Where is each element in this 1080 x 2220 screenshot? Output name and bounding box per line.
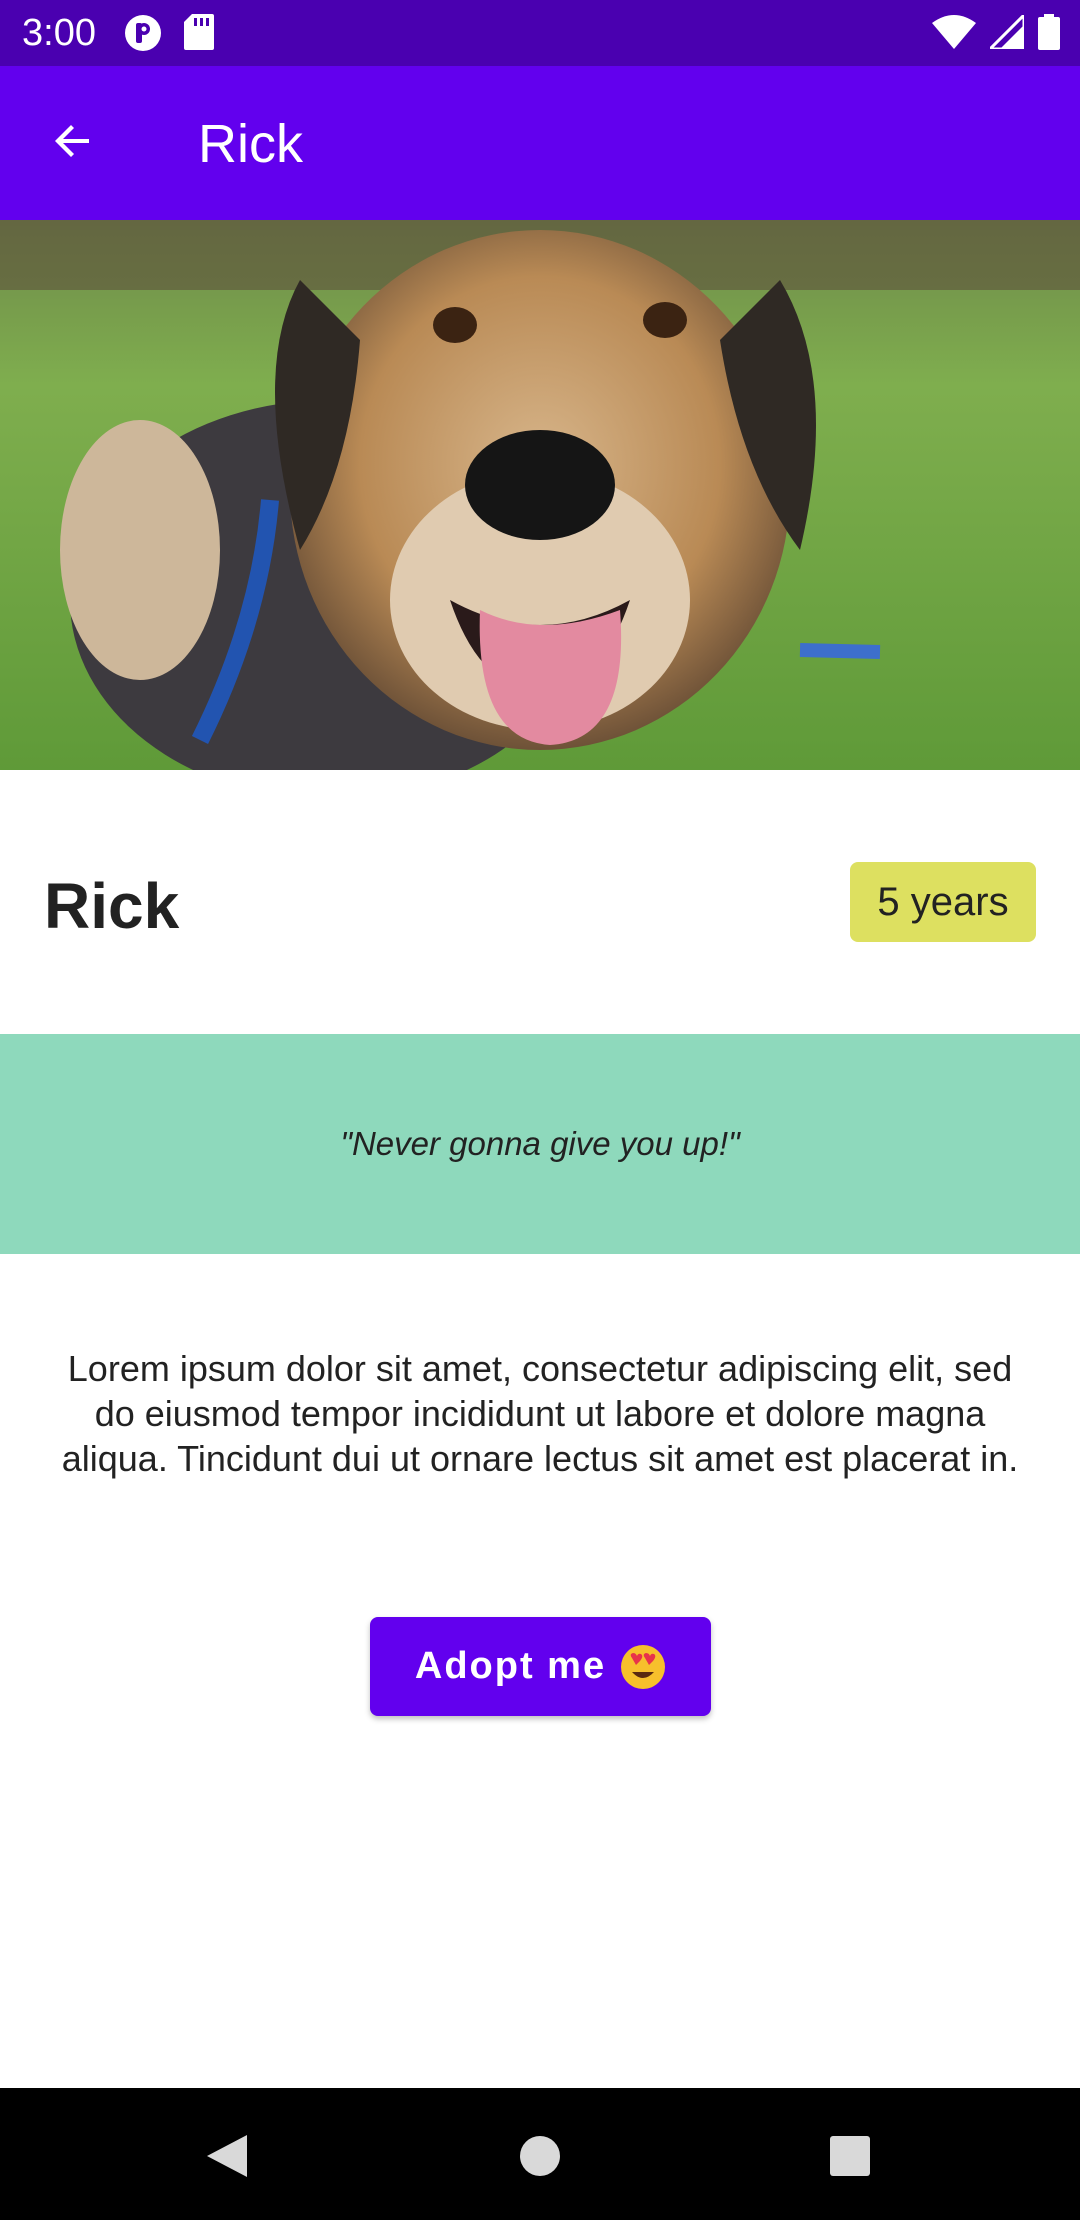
sd-card-icon	[184, 14, 214, 57]
adopt-button[interactable]: Adopt me	[370, 1617, 711, 1716]
age-badge: 5 years	[850, 862, 1036, 942]
nav-recents-button[interactable]	[820, 2128, 880, 2188]
pet-quote: "Never gonna give you up!"	[340, 1125, 740, 1162]
pet-description: Lorem ipsum dolor sit amet, consectetur …	[61, 1348, 1019, 1479]
signal-icon	[986, 11, 1026, 54]
adopt-button-label: Adopt me	[414, 1645, 607, 1687]
nav-home-button[interactable]	[510, 2128, 570, 2188]
status-time: 3:00	[22, 12, 96, 54]
nav-back-icon	[201, 2131, 251, 2186]
app-bar: Rick	[0, 66, 1080, 220]
system-nav-bar	[0, 2088, 1080, 2220]
back-button[interactable]	[40, 110, 106, 176]
quote-banner: "Never gonna give you up!"	[0, 1034, 1080, 1254]
battery-icon	[1038, 14, 1060, 55]
app-bar-title: Rick	[198, 114, 303, 174]
status-left-icons	[124, 14, 214, 57]
heart-eyes-emoji-icon	[620, 1644, 666, 1690]
notification-p-icon	[124, 14, 162, 57]
status-bar: 3:00	[0, 0, 1080, 66]
arrow-back-icon	[49, 117, 97, 170]
nav-back-button[interactable]	[196, 2128, 256, 2188]
wifi-icon	[932, 15, 976, 54]
nav-home-icon	[517, 2133, 563, 2184]
pet-name: Rick	[44, 870, 180, 942]
pet-detail-screen: 3:00 Rick Rick 5 years "Never gonna give…	[0, 0, 1080, 2220]
nav-recents-icon	[828, 2134, 872, 2183]
status-right-icons	[932, 11, 1060, 55]
pet-photo	[0, 220, 1080, 770]
